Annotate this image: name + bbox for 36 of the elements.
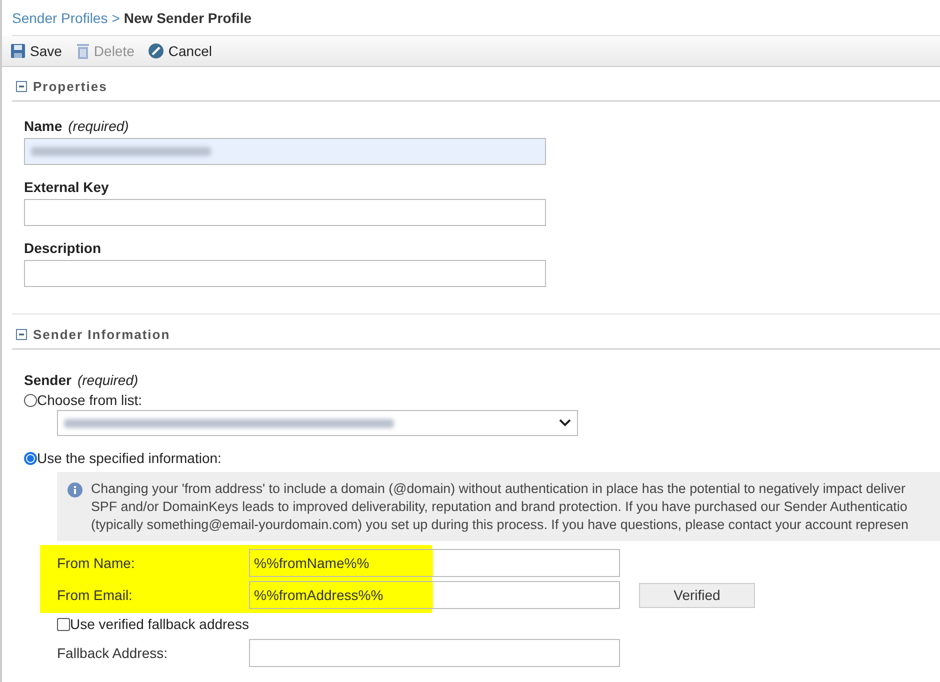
radio-option[interactable]: Choose from list: xyxy=(24,392,940,408)
info-text: SPF and/or DomainKeys leads to improved deliverability, reputation and brand protection. If you have purchased our Sender Authenticatio xyxy=(91,499,908,514)
cancel-icon xyxy=(148,43,164,59)
radio-option[interactable]: Use the specified information: xyxy=(24,450,940,466)
breadcrumb-link[interactable]: Sender Profiles xyxy=(12,10,108,26)
verified-button[interactable]: Verified xyxy=(639,582,755,608)
section-title: Properties xyxy=(33,79,108,94)
field-label: From Email: xyxy=(57,587,134,603)
required-note: (required) xyxy=(68,118,129,134)
input-field[interactable]: %%fromName%% xyxy=(249,549,620,577)
toolbar-button[interactable]: Cancel xyxy=(148,43,212,59)
info-text: (typically something@email-yourdomain.com) you set up during this process. If you have questions, please contact your account represen xyxy=(91,517,908,532)
breadcrumb-current: New Sender Profile xyxy=(124,10,252,26)
info-icon xyxy=(67,482,83,498)
input-field[interactable]: %%fromAddress%% xyxy=(249,581,620,609)
field-label: From Name: xyxy=(57,555,136,571)
info-text: Changing your 'from address' to include a domain (@domain) without authentication in place has the potential to negatively impact deliver xyxy=(91,481,906,496)
chevron-down-icon xyxy=(559,419,571,427)
trash-icon xyxy=(76,42,90,60)
input-field[interactable] xyxy=(24,199,546,226)
collapse-icon[interactable] xyxy=(16,81,27,92)
section-title: Sender Information xyxy=(33,327,170,342)
field-label: Name xyxy=(24,118,62,134)
toolbar-button[interactable]: Save xyxy=(10,43,62,59)
input-field[interactable] xyxy=(24,138,546,165)
input-field[interactable] xyxy=(249,639,620,667)
collapse-icon[interactable] xyxy=(16,329,27,340)
sender-dropdown[interactable] xyxy=(57,410,578,436)
field-label: External Key xyxy=(24,179,109,195)
checkbox-option[interactable]: Use verified fallback address xyxy=(57,613,940,635)
required-note: (required) xyxy=(77,372,138,388)
field-label: Fallback Address: xyxy=(57,645,168,661)
breadcrumb-separator: > xyxy=(112,10,120,26)
field-label: Sender xyxy=(24,372,72,388)
input-field[interactable] xyxy=(24,260,546,287)
field-label: Description xyxy=(24,240,102,256)
